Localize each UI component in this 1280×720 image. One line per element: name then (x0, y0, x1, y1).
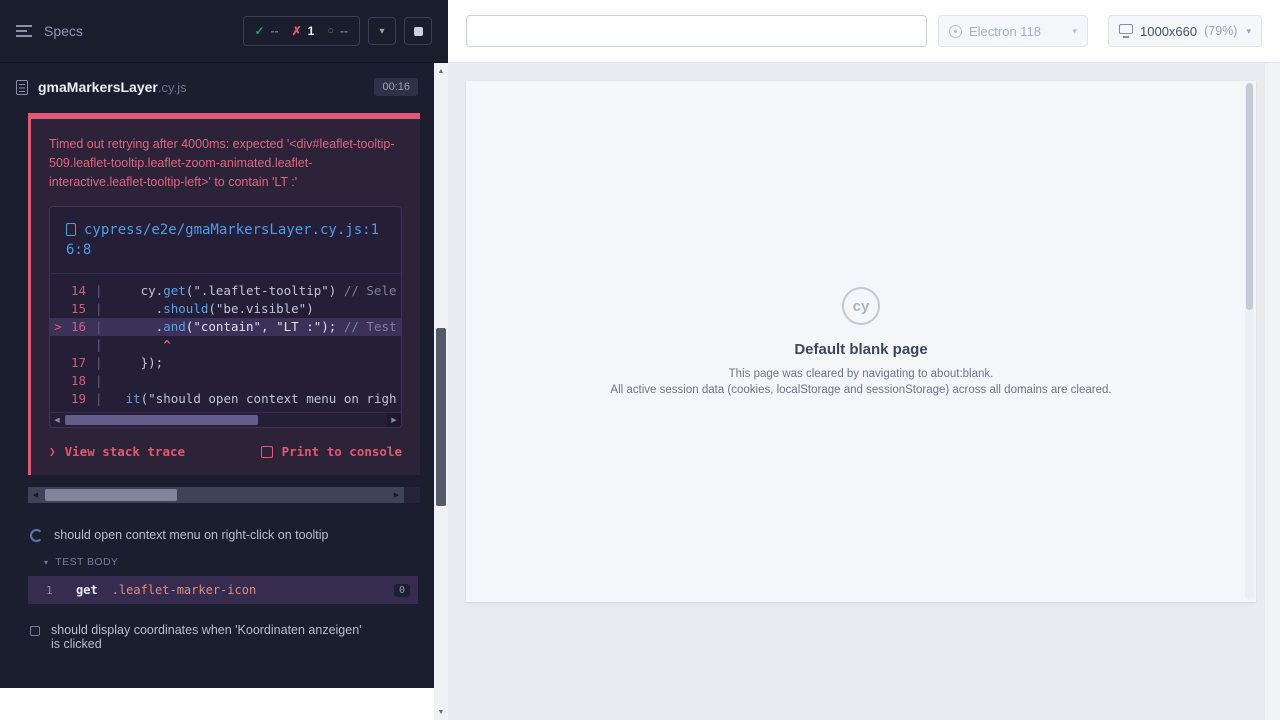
specs-title: Specs (44, 23, 83, 39)
scroll-left-icon[interactable]: ◀ (50, 413, 64, 427)
test-item-running[interactable]: should open context menu on right-click … (0, 523, 434, 547)
spec-title-row[interactable]: gmaMarkersLayer.cy.js 00:16 (0, 63, 434, 111)
chevron-down-icon: ▾ (1072, 26, 1077, 37)
cross-icon: ✗ (292, 24, 302, 38)
pending-circle-icon: ○ (327, 25, 334, 37)
code-line: 18| (50, 372, 401, 390)
cypress-test-runner: Specs ✓ -- ✗ 1 ○ -- ▾ gmaMark (0, 0, 1280, 720)
code-lines: 14| cy.get(".leaflet-tooltip") // Sele 1… (50, 274, 401, 412)
test-item-pending[interactable]: should display coordinates when 'Koordin… (0, 618, 434, 656)
chevron-down-icon: ▾ (379, 26, 384, 37)
reporter-vscrollbar[interactable]: ▲ ▼ (434, 63, 448, 720)
error-actions: ❯ View stack trace Print to console (31, 428, 420, 475)
runner-topbar: Electron 118 ▾ 1000x660 (79%) ▾ (448, 0, 1280, 63)
window-vscrollbar[interactable] (1264, 63, 1280, 720)
command-count-badge: 0 (394, 584, 410, 597)
collapse-button[interactable]: ▾ (368, 17, 396, 45)
scroll-up-icon[interactable]: ▲ (434, 64, 448, 78)
reporter-panel: gmaMarkersLayer.cy.js 00:16 Timed out re… (0, 63, 434, 688)
scroll-right-icon[interactable]: ▶ (389, 487, 404, 503)
command-row[interactable]: 1 get .leaflet-marker-icon 0 (28, 576, 418, 604)
spec-name: gmaMarkersLayer.cy.js (38, 79, 187, 95)
command-number: 1 (46, 584, 68, 597)
test-title: should open context menu on right-click … (54, 528, 328, 542)
aut-iframe: cy Default blank page This page was clea… (466, 81, 1256, 602)
stat-passed: ✓ -- (255, 24, 279, 38)
test-stats: ✓ -- ✗ 1 ○ -- (243, 16, 360, 46)
browser-label: Electron 118 (969, 24, 1041, 39)
stop-button[interactable] (404, 17, 432, 45)
aut-background: cy Default blank page This page was clea… (448, 63, 1264, 720)
command-method: get (76, 583, 98, 597)
view-stack-trace-button[interactable]: ❯ View stack trace (49, 444, 185, 459)
test-title: should display coordinates when 'Koordin… (51, 623, 374, 651)
code-frame: cypress/e2e/gmaMarkersLayer.cy.js:16:8 1… (49, 206, 402, 428)
blank-page-title: Default blank page (794, 341, 927, 358)
spec-extension: .cy.js (158, 80, 187, 95)
pending-test-icon (30, 626, 40, 636)
file-icon (66, 223, 76, 236)
code-frame-hscrollbar[interactable]: ◀ ▶ (50, 412, 401, 427)
blank-page-message-1: This page was cleared by navigating to a… (729, 368, 994, 380)
aut-scrollbar-thumb[interactable] (1246, 83, 1253, 310)
stop-icon (414, 27, 423, 36)
viewport-selector[interactable]: 1000x660 (79%) ▾ (1108, 15, 1262, 47)
test-list: should open context menu on right-click … (0, 503, 434, 656)
stat-pending: ○ -- (327, 24, 348, 38)
code-line: 17| }); (50, 354, 401, 372)
failed-count: 1 (308, 24, 315, 38)
code-frame-file-link[interactable]: cypress/e2e/gmaMarkersLayer.cy.js:16:8 (50, 207, 401, 274)
blank-page-message-2: All active session data (cookies, localS… (610, 384, 1111, 396)
check-icon: ✓ (255, 24, 265, 38)
aut-vscrollbar[interactable] (1245, 83, 1254, 600)
spec-duration-badge: 00:16 (374, 78, 418, 96)
test-body-label: TEST BODY (55, 556, 118, 568)
passed-count: -- (271, 24, 279, 38)
chevron-right-icon: ❯ (49, 445, 56, 458)
viewport-scale: (79%) (1204, 24, 1237, 38)
scrollbar-corner (404, 487, 420, 503)
running-spinner-icon (30, 529, 43, 542)
print-to-console-button[interactable]: Print to console (261, 444, 402, 459)
browser-selector[interactable]: Electron 118 ▾ (938, 15, 1088, 47)
scroll-left-icon[interactable]: ◀ (28, 487, 43, 503)
code-line: 19| it("should open context menu on righ (50, 390, 401, 408)
error-scrollbar-thumb[interactable] (45, 489, 177, 501)
electron-browser-icon (949, 25, 962, 38)
error-panel: Timed out retrying after 4000ms: expecte… (31, 113, 420, 475)
chevron-down-icon: ▾ (1246, 26, 1251, 37)
stat-failed: ✗ 1 (292, 24, 315, 38)
pending-count: -- (340, 24, 348, 38)
reporter-scrollbar-thumb[interactable] (436, 328, 446, 506)
monitor-icon (1119, 24, 1133, 34)
viewport-dimensions: 1000x660 (1140, 24, 1197, 39)
error-message: Timed out retrying after 4000ms: expecte… (31, 119, 420, 200)
code-line: | ^ (50, 336, 401, 354)
code-line: 14| cy.get(".leaflet-tooltip") // Sele (50, 282, 401, 300)
print-console-icon (261, 446, 273, 458)
code-scrollbar-thumb[interactable] (65, 415, 258, 425)
reporter-header: Specs ✓ -- ✗ 1 ○ -- ▾ (0, 0, 448, 63)
command-message: .leaflet-marker-icon (112, 583, 394, 597)
code-line: 15| .should("be.visible") (50, 300, 401, 318)
scroll-right-icon[interactable]: ▶ (387, 413, 401, 427)
test-error-attempt: Timed out retrying after 4000ms: expecte… (28, 113, 420, 475)
url-input[interactable] (466, 15, 927, 47)
scroll-down-icon[interactable]: ▼ (434, 705, 448, 719)
error-hscrollbar[interactable]: ◀ ▶ (28, 487, 420, 503)
specs-menu-icon[interactable] (16, 25, 32, 37)
cypress-logo: cy (842, 287, 880, 325)
code-line: >16| .and("contain", "LT :"); // Test (50, 318, 401, 336)
chevron-down-icon: ▾ (44, 558, 48, 567)
spec-file-icon (16, 80, 28, 95)
test-body-section[interactable]: ▾ TEST BODY (0, 547, 434, 574)
